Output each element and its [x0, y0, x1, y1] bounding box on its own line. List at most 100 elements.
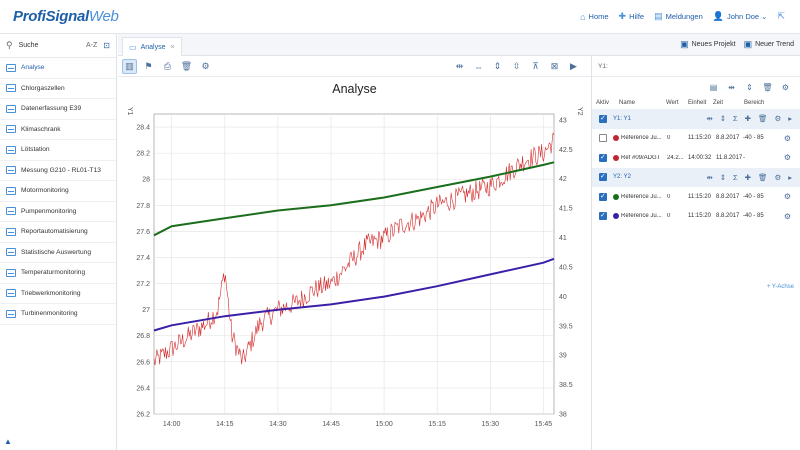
sidebar-item[interactable]: Turbinenmonitoring	[0, 304, 116, 325]
group-checkbox[interactable]	[599, 172, 607, 182]
sidebar-search[interactable]: ⚲ Suche A-Z ⊡	[0, 34, 116, 58]
zoom-x-icon[interactable]: ⇹	[706, 114, 712, 123]
settings-icon[interactable]: ⚙	[775, 114, 782, 123]
series-value: 0	[667, 193, 671, 200]
chart-area[interactable]: Analyse 26.2 26.4 26.6 26.8 27 27.2 27.4 27.6 27…	[118, 77, 591, 450]
chart-view-icon[interactable]: ▥	[122, 59, 137, 74]
zoom-y-icon[interactable]: ⇕	[720, 173, 726, 182]
add-series-icon[interactable]: ▤	[707, 81, 720, 94]
series-checkbox[interactable]	[599, 153, 607, 162]
sidebar-item[interactable]: Datenerfassung E39	[0, 99, 116, 120]
delete-icon[interactable]: 🗑	[179, 59, 194, 74]
expand-icon[interactable]: ▸	[788, 114, 792, 123]
series-range: -40 - 85	[743, 213, 764, 220]
y2-tick-label: 43	[559, 117, 567, 124]
series-row[interactable]: Reference Ju... 0 11:15:20 8.8.2017-40 - 85…	[592, 129, 800, 149]
add-icon[interactable]: ✚	[745, 114, 751, 123]
y2-tick-label: 38.5	[559, 382, 573, 389]
collapse-sidebar-icon[interactable]: ⊡	[103, 41, 110, 50]
series-settings-icon[interactable]: ⚙	[784, 153, 791, 162]
zoom-y-in-icon[interactable]: ⇕	[490, 59, 505, 74]
zoom-x-in-icon[interactable]: ⇹	[452, 59, 467, 74]
zoom-x-out-icon[interactable]: ⇔	[471, 59, 486, 74]
zoom-y-out-icon[interactable]: ⇳	[509, 59, 524, 74]
sidebar-item[interactable]: Triebwerkmonitoring	[0, 284, 116, 304]
sidebar-item[interactable]: Statistische Auswertung	[0, 243, 116, 263]
zoom-x-icon[interactable]: ⇹	[725, 81, 738, 94]
y1-tick-label: 28	[142, 177, 150, 184]
expand-icon[interactable]: ▸	[788, 173, 792, 182]
close-tab-icon[interactable]: ×	[170, 44, 174, 51]
series-name: Reference Ju...	[621, 135, 662, 142]
sidebar-item[interactable]: Temperaturmonitoring	[0, 263, 116, 284]
series-checkbox[interactable]	[599, 211, 607, 221]
nav-help-label: Hilfe	[629, 12, 645, 21]
add-icon[interactable]: ✚	[745, 173, 751, 182]
tab-actions: ▣ Neues Projekt ▣ Neuer Trend	[672, 39, 794, 50]
sidebar-item[interactable]: Lötstation	[0, 140, 116, 161]
trend-chart[interactable]: 26.2 26.4 26.6 26.8 27 27.2 27.4 27.6 27.8 28 28.2…	[118, 77, 591, 450]
series-row[interactable]: Ref #09/ADGT 24.2... 14:00:32 11.8.2017- ⚙	[592, 148, 800, 168]
print-icon[interactable]: ⎙	[160, 59, 175, 74]
series-settings-icon[interactable]: ⚙	[784, 134, 791, 143]
chart-toolbar: ▥ ⚑ ⎙ 🗑 ⚙ ⇹ ⇔ ⇕ ⇳ ⊼ ⊠ ▶	[118, 56, 591, 77]
sidebar-item[interactable]: Chlorgaszellen	[0, 79, 116, 99]
fit-y-icon[interactable]: ⊼	[528, 59, 543, 74]
nav-user-menu[interactable]: 👤 John Doe ⌄	[713, 11, 768, 22]
axis-group-row[interactable]: Y1: Y1 ⇹ ⇕ Σ ✚ 🗑 ⚙ ▸	[592, 109, 800, 129]
x-tick-label: 15:30	[482, 421, 500, 428]
sidebar-item[interactable]: Pumpenmonitoring	[0, 202, 116, 222]
tab-analyse[interactable]: ▭ Analyse ×	[122, 37, 182, 56]
nav-help[interactable]: ✚ Hilfe	[619, 11, 645, 22]
panel-settings-icon[interactable]: ⚙	[779, 81, 792, 94]
series-time: 11:15:20	[688, 193, 711, 200]
fit-icon[interactable]: Σ	[733, 114, 738, 123]
y2-tick-label: 39	[559, 353, 567, 360]
col-value: Wert	[666, 100, 679, 106]
new-trend-button[interactable]: ▣ Neuer Trend	[744, 39, 794, 50]
series-checkbox[interactable]	[599, 134, 607, 143]
delete-series-icon[interactable]: 🗑	[761, 81, 774, 94]
zoom-y-icon[interactable]: ⇕	[743, 81, 756, 94]
x-tick-label: 14:45	[322, 421, 340, 428]
top-nav: ⌂ Home ✚ Hilfe ▤ Meldungen 👤 John Doe ⌄ ⇱	[570, 11, 788, 22]
y1-tick-label: 27.2	[136, 281, 150, 288]
new-project-button[interactable]: ▣ Neues Projekt	[680, 39, 735, 50]
nav-home[interactable]: ⌂ Home	[580, 12, 608, 22]
series-settings-icon[interactable]: ⚙	[784, 212, 791, 221]
nav-external[interactable]: ⇱	[777, 11, 788, 22]
group-checkbox[interactable]	[599, 114, 607, 123]
fit-all-icon[interactable]: ⊠	[547, 59, 562, 74]
col-range: Bereich	[744, 100, 765, 106]
series-settings-icon[interactable]: ⚙	[784, 192, 791, 201]
x-tick-label: 14:15	[216, 421, 234, 428]
delete-icon[interactable]: 🗑	[758, 114, 768, 123]
series-row[interactable]: Reference Ju... 0 11:15:20 8.8.2017-40 - 85…	[592, 207, 800, 227]
zoom-y-icon[interactable]: ⇕	[720, 114, 726, 123]
fit-icon[interactable]: Σ	[733, 173, 738, 182]
sort-az-button[interactable]: A-Z	[86, 42, 97, 49]
logo-text-main: ProfiSignal	[13, 8, 89, 25]
settings-icon[interactable]: ⚙	[198, 59, 213, 74]
sidebar-toggle-icon[interactable]: ▲	[4, 437, 12, 446]
sidebar-item[interactable]: Reportautomatisierung	[0, 222, 116, 243]
series-color-dot	[613, 154, 619, 161]
axis-group-row[interactable]: Y2: Y2 ⇹ ⇕ Σ ✚ 🗑 ⚙ ▸	[592, 167, 800, 187]
sidebar-item[interactable]: Messung G210 - RL01-T13	[0, 161, 116, 181]
settings-icon[interactable]: ⚙	[775, 173, 782, 182]
sidebar-item[interactable]: Klimaschrank	[0, 120, 116, 140]
sidebar-item[interactable]: Analyse	[0, 58, 116, 79]
sidebar-item[interactable]: Motormonitoring	[0, 181, 116, 202]
play-icon[interactable]: ▶	[566, 59, 581, 74]
app-logo[interactable]: ProfiSignalWeb	[13, 8, 119, 25]
nav-messages[interactable]: ▤ Meldungen	[654, 11, 703, 22]
flag-icon[interactable]: ⚑	[141, 59, 156, 74]
y1-tick-label: 26.8	[136, 333, 150, 340]
add-y-axis-link[interactable]: + Y-Achse	[767, 284, 794, 290]
series-row[interactable]: Reference Ju... 0 11:15:20 8.8.2017-40 - 85…	[592, 187, 800, 207]
zoom-x-icon[interactable]: ⇹	[706, 173, 712, 182]
series-time: 11:15:20	[688, 213, 711, 220]
dashboard-icon	[6, 309, 16, 318]
series-checkbox[interactable]	[599, 192, 607, 201]
delete-icon[interactable]: 🗑	[758, 173, 768, 182]
